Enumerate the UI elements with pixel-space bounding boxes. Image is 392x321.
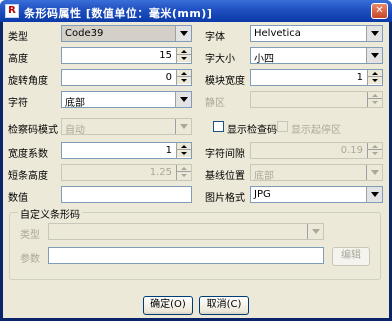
custom-type-select[interactable]	[48, 223, 324, 240]
chevron-down-icon[interactable]	[366, 26, 382, 41]
height-label: 高度	[8, 54, 28, 65]
custom-param-label: 参数	[20, 254, 40, 265]
font-size-select[interactable]: 小四	[250, 47, 383, 65]
spin-up-icon[interactable]	[177, 165, 191, 172]
baseline-label: 基线位置	[205, 171, 245, 182]
chevron-down-icon[interactable]	[307, 224, 323, 239]
short-bar-stepper[interactable]: 1.25	[61, 164, 192, 181]
spin-down-icon[interactable]	[177, 150, 191, 157]
height-value: 15	[159, 50, 172, 61]
check-mode-label: 检察码模式	[8, 125, 58, 136]
show-startstop-label: 显示起停区	[291, 125, 341, 136]
custom-barcode-group-title: 自定义条形码	[18, 206, 82, 221]
image-format-select[interactable]: JPG	[250, 186, 383, 203]
show-check-checkbox[interactable]	[213, 121, 224, 132]
chevron-down-icon[interactable]	[175, 119, 191, 134]
module-width-stepper[interactable]: 1	[250, 69, 383, 86]
custom-barcode-group: 自定义条形码 类型 参数 编辑	[9, 206, 381, 280]
chevron-down-icon[interactable]	[366, 187, 382, 202]
spin-up-icon[interactable]	[177, 143, 191, 150]
show-check-label: 显示检查码	[227, 125, 277, 136]
char-spacing-stepper[interactable]: 0.19	[250, 142, 383, 159]
dialog-body: 类型 Code39 字体 Helvetica 高度 15 字大小 小四 旋转角度…	[3, 22, 389, 318]
text-position-value: 底部	[65, 98, 85, 109]
rotation-stepper[interactable]: 0	[61, 69, 192, 86]
font-size-value: 小四	[254, 54, 274, 65]
quiet-zone-stepper[interactable]	[250, 91, 383, 108]
value-input[interactable]	[61, 186, 192, 203]
show-startstop-checkbox[interactable]	[277, 121, 288, 132]
check-mode-value: 自动	[65, 125, 85, 136]
window-title: 条形码属性 [数值单位：毫米(mm)]	[24, 7, 213, 20]
type-label: 类型	[8, 32, 28, 43]
chevron-down-icon[interactable]	[366, 48, 382, 63]
type-value: Code39	[65, 28, 104, 39]
spin-down-icon[interactable]	[368, 150, 382, 157]
char-spacing-label: 字符间隙	[205, 149, 245, 160]
image-format-label: 图片格式	[205, 193, 245, 204]
ok-button[interactable]: 确定(O)	[143, 296, 193, 315]
value-label: 数值	[8, 193, 28, 204]
edit-button[interactable]: 编辑	[332, 247, 370, 266]
rotation-value: 0	[165, 72, 172, 83]
spin-up-icon[interactable]	[368, 143, 382, 150]
chevron-down-icon[interactable]	[175, 26, 191, 41]
font-label: 字体	[205, 32, 225, 43]
short-bar-label: 短条高度	[8, 171, 48, 182]
spin-down-icon[interactable]	[368, 77, 382, 84]
text-position-select[interactable]: 底部	[61, 91, 192, 109]
spin-up-icon[interactable]	[368, 92, 382, 99]
close-button[interactable]: ✕	[371, 3, 388, 19]
short-bar-value: 1.25	[149, 167, 172, 178]
spin-down-icon[interactable]	[177, 172, 191, 179]
spin-down-icon[interactable]	[177, 55, 191, 62]
width-factor-label: 宽度系数	[8, 149, 48, 160]
quiet-zone-label: 静区	[205, 98, 225, 109]
width-factor-stepper[interactable]: 1	[61, 142, 192, 159]
app-icon: R	[5, 4, 19, 18]
custom-param-input[interactable]	[48, 247, 324, 264]
width-factor-value: 1	[165, 145, 172, 156]
spin-down-icon[interactable]	[177, 77, 191, 84]
text-position-label: 字符	[8, 98, 28, 109]
check-mode-select[interactable]: 自动	[61, 118, 192, 136]
image-format-value: JPG	[254, 189, 271, 200]
custom-type-label: 类型	[20, 230, 40, 241]
font-select[interactable]: Helvetica	[250, 25, 383, 42]
char-spacing-value: 0.19	[340, 145, 363, 156]
spin-down-icon[interactable]	[368, 99, 382, 106]
cancel-button[interactable]: 取消(C)	[199, 296, 249, 315]
rotation-label: 旋转角度	[8, 76, 48, 87]
font-value: Helvetica	[254, 28, 301, 39]
spin-up-icon[interactable]	[177, 48, 191, 55]
height-stepper[interactable]: 15	[61, 47, 192, 64]
type-select[interactable]: Code39	[61, 25, 192, 42]
spin-up-icon[interactable]	[368, 70, 382, 77]
chevron-down-icon[interactable]	[175, 92, 191, 107]
baseline-value: 底部	[254, 171, 274, 182]
spin-up-icon[interactable]	[177, 70, 191, 77]
title-bar[interactable]: R 条形码属性 [数值单位：毫米(mm)] ✕	[0, 0, 392, 22]
font-size-label: 字大小	[205, 54, 235, 65]
module-width-label: 模块宽度	[205, 76, 245, 87]
chevron-down-icon[interactable]	[366, 165, 382, 180]
baseline-select[interactable]: 底部	[250, 164, 383, 182]
module-width-value: 1	[356, 72, 363, 83]
dialog-window: R 条形码属性 [数值单位：毫米(mm)] ✕ 类型 Code39 字体 Hel…	[0, 0, 392, 321]
